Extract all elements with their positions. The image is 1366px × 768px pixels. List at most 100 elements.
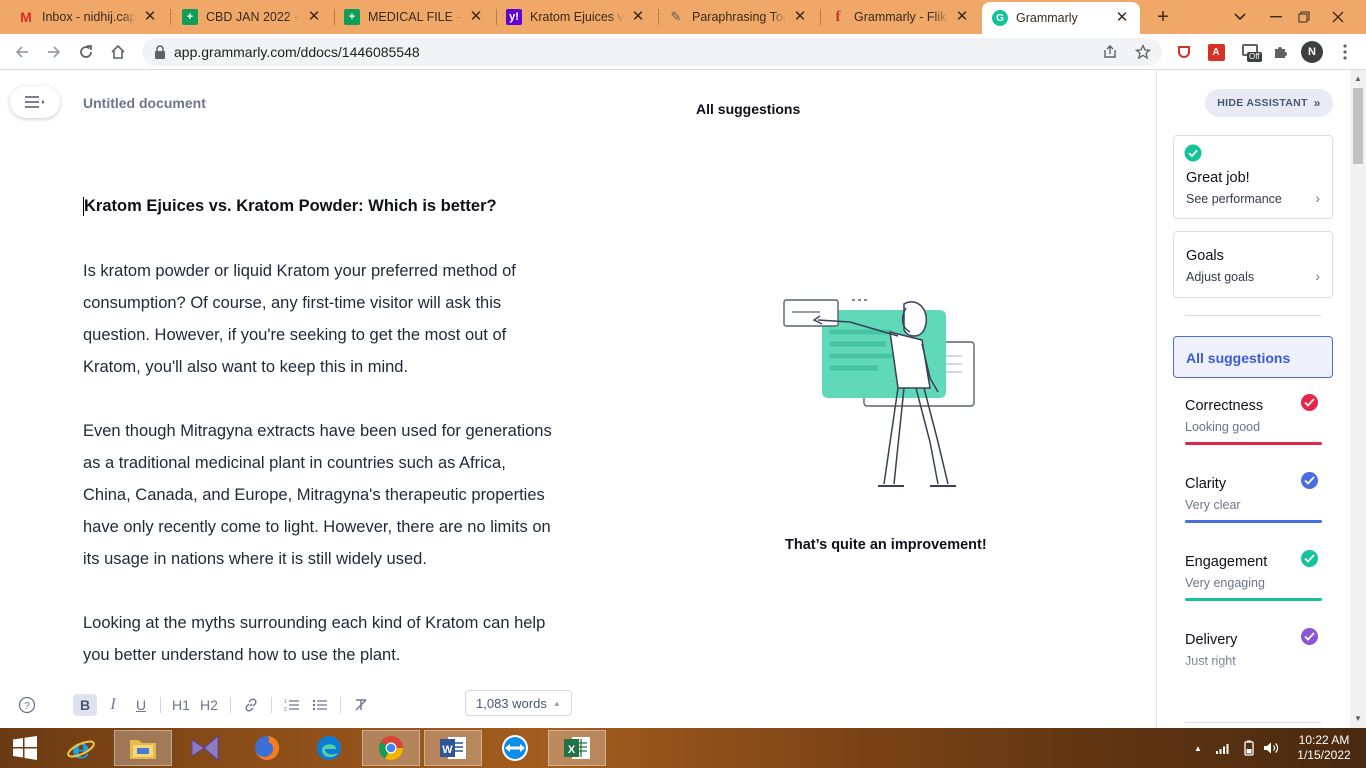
- share-icon[interactable]: [1102, 44, 1118, 60]
- volume-icon[interactable]: [1263, 728, 1281, 768]
- close-icon[interactable]: ✕: [630, 9, 646, 25]
- tab-paraphrasing-tool[interactable]: ✎ Paraphrasing Tool ✕: [658, 0, 818, 34]
- scroll-down-arrow-icon[interactable]: ▼: [1354, 714, 1362, 723]
- lock-icon: [155, 45, 165, 59]
- document-paragraph[interactable]: Even though Mitragyna extracts have been…: [83, 415, 613, 575]
- tab-gmail-inbox[interactable]: M Inbox - nidhij.capi ✕: [8, 0, 168, 34]
- extension-off-icon[interactable]: Off: [1240, 42, 1264, 62]
- address-bar[interactable]: app.grammarly.com/ddocs/1446085548: [142, 38, 1162, 66]
- check-circle-icon: [1301, 550, 1318, 567]
- goals-card[interactable]: Goals Adjust goals ›: [1173, 231, 1333, 298]
- excel-taskbar[interactable]: X: [548, 730, 606, 766]
- kebab-menu-icon[interactable]: [1335, 42, 1355, 62]
- firefox-icon: [255, 735, 280, 760]
- sheets-icon: +: [344, 9, 360, 25]
- all-suggestions-button[interactable]: All suggestions: [1173, 336, 1333, 378]
- teamviewer-taskbar[interactable]: [486, 730, 544, 766]
- reload-button[interactable]: [74, 40, 98, 64]
- close-icon[interactable]: ✕: [1114, 10, 1130, 26]
- editor-format-toolbar: ? B I U H1 H2 12 1,083 words ▲: [0, 688, 1156, 720]
- category-score-bar: [1185, 520, 1322, 523]
- svg-text:W: W: [442, 744, 453, 756]
- network-icon[interactable]: [1215, 728, 1231, 768]
- back-button[interactable]: [10, 40, 34, 64]
- document-title[interactable]: Untitled document: [83, 95, 206, 111]
- heading-2-button[interactable]: H2: [198, 694, 220, 716]
- bookmark-star-icon[interactable]: [1135, 44, 1151, 60]
- grammarly-icon: G: [992, 10, 1008, 26]
- profile-avatar[interactable]: N: [1301, 41, 1323, 63]
- windows-logo-icon: [13, 736, 37, 760]
- word-count-button[interactable]: 1,083 words ▲: [465, 690, 572, 716]
- numbered-list-icon[interactable]: 12: [282, 694, 302, 716]
- document-menu-button[interactable]: [10, 86, 60, 118]
- performance-card[interactable]: Great job! See performance ›: [1173, 135, 1333, 219]
- suggestions-panel-title: All suggestions: [696, 101, 801, 117]
- close-icon[interactable]: ✕: [954, 9, 970, 25]
- edge-taskbar[interactable]: [300, 730, 358, 766]
- category-engagement[interactable]: Engagement Very engaging: [1185, 550, 1323, 604]
- italic-button[interactable]: I: [104, 694, 122, 716]
- forward-button[interactable]: [42, 40, 66, 64]
- scroll-up-arrow-icon[interactable]: ▲: [1354, 74, 1362, 83]
- link-icon[interactable]: [241, 694, 261, 716]
- tab-grammarly-active[interactable]: G Grammarly ✕: [982, 2, 1140, 34]
- bold-button[interactable]: B: [73, 694, 97, 716]
- category-correctness[interactable]: Correctness Looking good: [1185, 394, 1323, 448]
- word-taskbar[interactable]: W: [424, 730, 482, 766]
- fliko-icon: f: [835, 8, 841, 25]
- shield-extension-icon[interactable]: [1174, 42, 1194, 62]
- close-icon[interactable]: ✕: [306, 9, 322, 25]
- windows-taskbar: e W X ▲ 10:22 AM 1/15/2022: [0, 728, 1366, 768]
- tab-grammarly-fliko[interactable]: f Grammarly - Fliko ✕: [820, 0, 980, 34]
- sheets-icon: +: [182, 9, 198, 25]
- internet-explorer-taskbar[interactable]: e: [52, 730, 110, 766]
- tab-kratom-yahoo[interactable]: y! Kratom Ejuices vs ✕: [496, 0, 656, 34]
- bullet-list-icon[interactable]: [310, 694, 330, 716]
- improvement-message: That’s quite an improvement!: [785, 537, 987, 553]
- document-paragraph[interactable]: Looking at the myths surrounding each ki…: [83, 607, 613, 671]
- close-window-button[interactable]: [1320, 0, 1356, 34]
- home-button[interactable]: [106, 40, 130, 64]
- underline-button[interactable]: U: [132, 694, 150, 716]
- tab-search-chevron-icon[interactable]: [1222, 0, 1258, 34]
- document-heading[interactable]: Kratom Ejuices vs. Kratom Powder: Which …: [83, 197, 497, 216]
- browser-tab-strip: M Inbox - nidhij.capi ✕ + CBD JAN 2022 -…: [0, 0, 1366, 34]
- clear-format-icon[interactable]: [351, 694, 371, 716]
- category-score-bar: [1185, 442, 1322, 445]
- visual-studio-taskbar[interactable]: [176, 730, 234, 766]
- firefox-taskbar[interactable]: [238, 730, 296, 766]
- page-scrollbar[interactable]: ▲ ▼: [1350, 70, 1366, 728]
- new-tab-button[interactable]: +: [1152, 6, 1174, 28]
- gmail-icon: M: [20, 9, 32, 25]
- check-circle-icon: [1301, 472, 1318, 489]
- show-hidden-icons[interactable]: ▲: [1194, 728, 1202, 768]
- close-icon[interactable]: ✕: [468, 9, 484, 25]
- double-chevron-right-icon: »: [1313, 96, 1321, 110]
- category-clarity[interactable]: Clarity Very clear: [1185, 472, 1323, 526]
- document-paragraph[interactable]: Is kratom powder or liquid Kratom your p…: [83, 255, 613, 383]
- heading-1-button[interactable]: H1: [170, 694, 192, 716]
- tab-medical-file[interactable]: + MEDICAL FILE - Go ✕: [334, 0, 494, 34]
- close-icon[interactable]: ✕: [142, 9, 158, 25]
- hide-assistant-button[interactable]: HIDE ASSISTANT »: [1205, 89, 1333, 117]
- scroll-thumb[interactable]: [1353, 88, 1363, 164]
- help-icon[interactable]: ?: [17, 694, 37, 716]
- extensions-puzzle-icon[interactable]: [1270, 42, 1290, 62]
- file-explorer-taskbar[interactable]: [114, 730, 172, 766]
- url-text: app.grammarly.com/ddocs/1446085548: [174, 44, 420, 60]
- close-icon[interactable]: ✕: [792, 9, 808, 25]
- edge-icon: [317, 736, 341, 760]
- person-pointing-illustration: [783, 299, 975, 487]
- taskbar-clock[interactable]: 10:22 AM 1/15/2022: [1294, 733, 1354, 763]
- start-button[interactable]: [0, 730, 50, 766]
- chrome-taskbar[interactable]: [362, 730, 420, 766]
- tab-cbd-sheet[interactable]: + CBD JAN 2022 - G ✕: [172, 0, 332, 34]
- battery-icon[interactable]: [1244, 728, 1254, 768]
- category-score-bar: [1185, 598, 1322, 601]
- pdf-extension-icon[interactable]: A: [1206, 42, 1226, 62]
- svg-text:1: 1: [284, 699, 287, 705]
- restore-button[interactable]: [1286, 0, 1322, 34]
- internet-explorer-icon: e: [67, 733, 95, 763]
- chevron-right-icon: ›: [1315, 268, 1320, 284]
